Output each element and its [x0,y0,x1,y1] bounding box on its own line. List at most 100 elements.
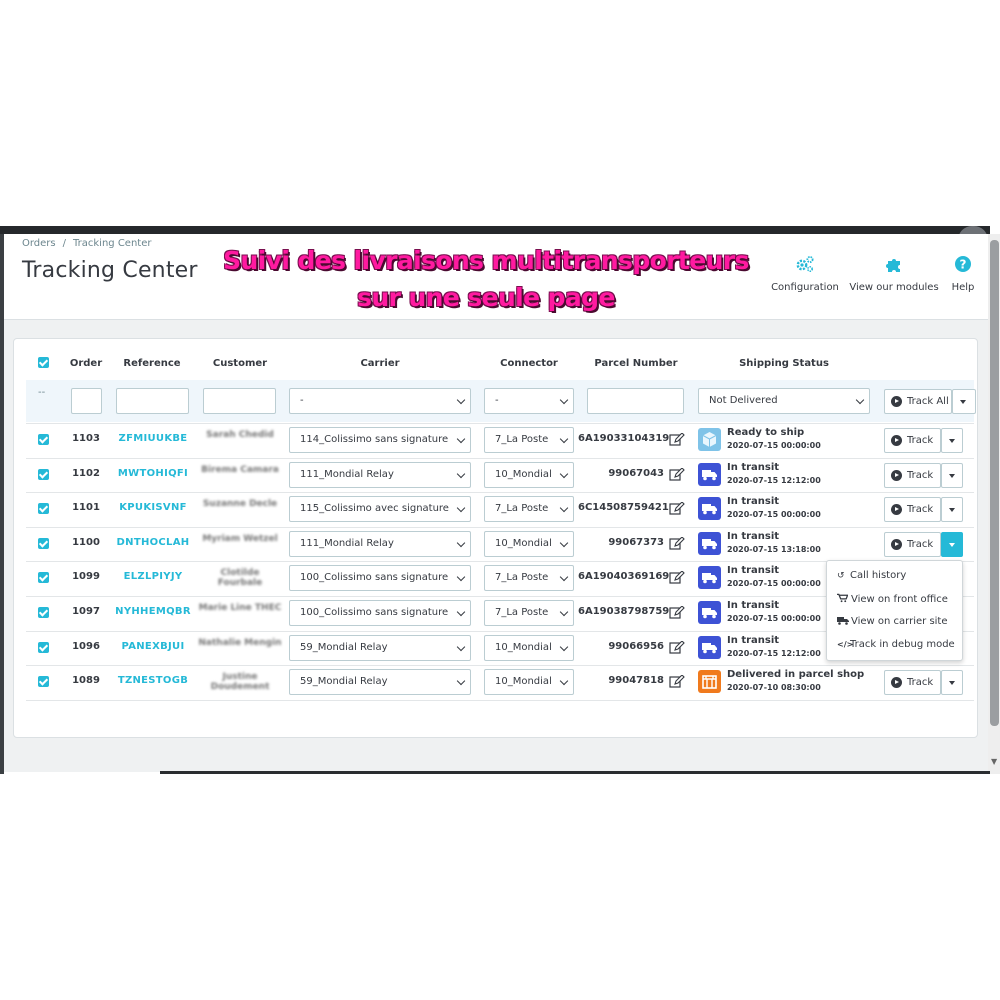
track-button[interactable]: Track [884,670,941,696]
row-checkbox[interactable] [38,468,49,480]
status-date: 2020-07-15 00:00:00 [727,614,821,623]
track-button[interactable]: Track [884,462,941,488]
track-all-dropdown-toggle[interactable] [952,389,976,414]
edit-icon[interactable] [669,466,685,481]
connector-value: 7_La Poste [495,434,549,445]
carrier-select[interactable]: 114_Colissimo sans signature [289,427,471,453]
page-header: Orders / Tracking Center Tracking Center S… [4,234,988,320]
track-dropdown-toggle[interactable] [941,462,963,488]
scroll-down-arrow[interactable]: ▼ [991,757,997,766]
chevron-down-icon [559,434,569,444]
connector-select[interactable]: 7_La Poste [484,600,574,626]
filter-reference-input[interactable] [116,388,189,414]
carrier-select[interactable]: 100_Colissimo sans signature [289,600,471,626]
chevron-down-icon [559,573,569,582]
status-date: 2020-07-15 00:00:00 [727,441,821,450]
puzzle-icon [886,259,900,272]
row-divider [26,423,974,424]
view-modules-button[interactable]: View our modules [849,254,939,293]
row-checkbox[interactable] [38,641,49,653]
track-dropdown-toggle[interactable] [941,428,963,453]
carrier-select[interactable]: 100_Colissimo sans signature [289,565,471,592]
help-button[interactable]: ? Help [948,254,978,293]
chevron-down-icon [559,469,569,478]
filter-carrier-value: - [300,395,304,406]
order-reference-link[interactable]: PANEXBJUI [103,641,203,652]
edit-icon[interactable] [669,570,685,584]
column-header-parcel-number[interactable]: Parcel Number [588,358,684,369]
row-checkbox[interactable] [38,537,49,549]
edit-icon[interactable] [669,501,685,515]
breadcrumb-tracking-center[interactable]: Tracking Center [73,238,151,249]
order-id: 1101 [72,502,100,514]
column-header-order[interactable]: Order [66,358,106,369]
order-reference-link[interactable]: ELZLPIYJY [103,571,203,582]
dropdown-track-debug[interactable]: </>Track in debug mode [837,639,955,650]
column-header-customer[interactable]: Customer [200,358,280,369]
carrier-select[interactable]: 111_Mondial Relay [289,530,471,557]
dropdown-view-front-office[interactable]: View on front office [837,593,948,605]
connector-select[interactable]: 7_La Poste [484,565,574,592]
connector-value: 10_Mondial [495,676,552,688]
shipping-status: Delivered in parcel shop [727,669,865,681]
scrollbar-thumb[interactable] [990,240,999,726]
connector-select[interactable]: 10_Mondial [484,530,574,557]
connector-select[interactable]: 10_Mondial [484,634,574,661]
chevron-down-icon [559,642,569,651]
order-reference-link[interactable]: NYHHEMQBR [103,606,203,617]
configuration-button[interactable]: Configuration [770,254,840,293]
connector-select[interactable]: 10_Mondial [484,461,574,488]
edit-icon[interactable] [669,639,685,654]
column-header-shipping-status[interactable]: Shipping Status [720,358,848,369]
track-label: Track [907,435,934,446]
edit-icon[interactable] [669,674,685,688]
connector-select[interactable]: 7_La Poste [484,427,574,453]
filter-connector-select[interactable]: - [484,388,574,414]
order-id: 1097 [72,606,100,617]
edit-icon[interactable] [669,536,685,550]
track-dropdown-toggle[interactable] [941,531,963,557]
carrier-select[interactable]: 111_Mondial Relay [289,461,471,488]
order-reference-link[interactable]: TZNESTOGB [103,675,203,686]
track-dropdown-toggle[interactable] [941,497,963,523]
carrier-select[interactable]: 115_Colissimo avec signature [289,496,471,523]
connector-select[interactable]: 10_Mondial [484,669,574,696]
row-checkbox[interactable] [38,434,49,445]
track-dropdown-toggle[interactable] [941,670,963,696]
status-date: 2020-07-10 08:30:00 [727,683,821,693]
help-circle-icon: ? [955,256,971,272]
row-checkbox[interactable] [38,607,49,618]
row-checkbox[interactable] [38,503,49,515]
dropdown-call-history[interactable]: ↺ Call history [837,570,906,581]
edit-icon[interactable] [669,605,685,619]
column-header-reference[interactable]: Reference [112,358,192,369]
filter-customer-input[interactable] [203,388,276,414]
play-circle-icon [891,504,902,516]
filter-parcel-input[interactable] [587,388,684,414]
filter-order-input[interactable] [71,388,102,414]
dropdown-view-carrier-site[interactable]: View on carrier site [837,616,948,627]
row-checkbox[interactable] [38,572,49,584]
track-button[interactable]: Track [884,531,941,557]
column-header-carrier[interactable]: Carrier [330,358,430,369]
edit-icon[interactable] [669,432,685,446]
row-checkbox[interactable] [38,676,49,688]
select-all-checkbox[interactable] [38,357,49,368]
column-header-connector[interactable]: Connector [488,358,570,369]
window-bottom-edge [160,771,990,774]
filter-shipping-status-select[interactable]: Not Delivered [698,388,870,414]
track-label: Track [907,504,934,516]
connector-select[interactable]: 7_La Poste [484,496,574,523]
order-reference-link[interactable]: DNTHOCLAH [103,537,203,548]
track-all-button[interactable]: Track All [884,389,952,414]
breadcrumb-orders[interactable]: Orders [22,238,56,249]
chevron-down-icon [456,503,466,513]
carrier-select[interactable]: 59_Mondial Relay [289,634,471,661]
track-button[interactable]: Track [884,497,941,523]
filter-carrier-select[interactable]: - [289,388,471,414]
track-button[interactable]: Track [884,428,941,453]
order-reference-link[interactable]: MWTOHIQFI [103,468,203,479]
carrier-select[interactable]: 59_Mondial Relay [289,669,471,696]
order-reference-link[interactable]: ZFMIUUKBE [103,433,203,444]
order-reference-link[interactable]: KPUKISVNF [103,502,203,513]
